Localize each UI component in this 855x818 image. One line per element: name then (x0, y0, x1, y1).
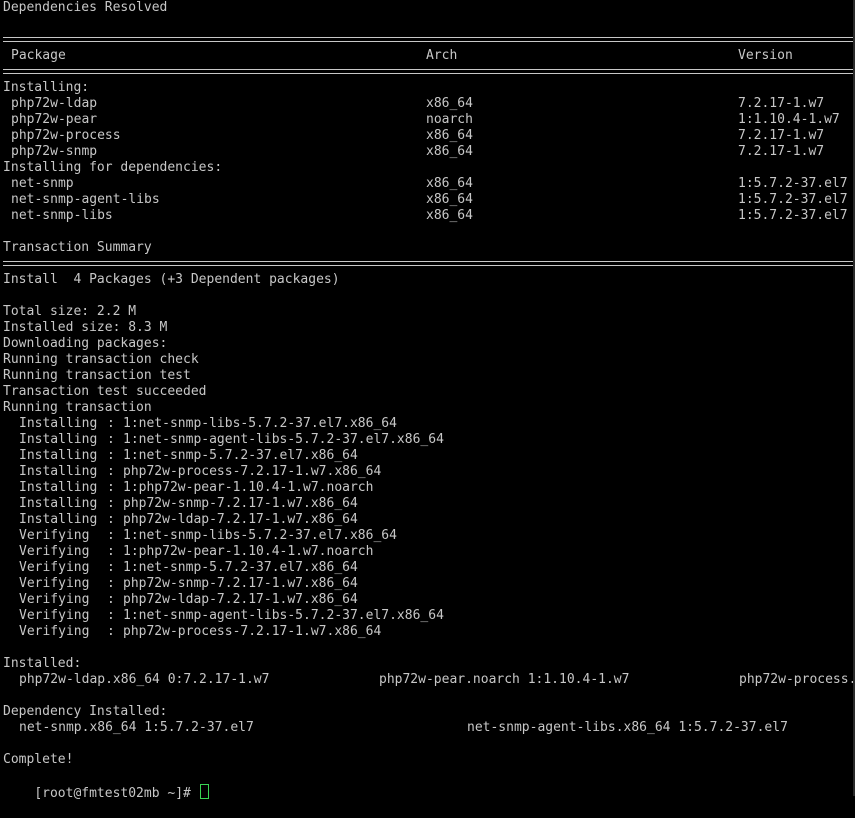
package-name: php72w-pear (11, 112, 98, 127)
step-separator: : (107, 544, 115, 559)
installed-item: php72w-pear.noarch 1:1.10.4-1.w7 (379, 672, 630, 687)
package-name: php72w-ldap (11, 96, 98, 111)
step-target: 1:net-snmp-5.7.2-37.el7.x86_64 (123, 560, 358, 575)
installed-item: php72w-ldap.x86_64 0:7.2.17-1.w7 (19, 672, 270, 687)
step-target: php72w-process-7.2.17-1.w7.x86_64 (123, 624, 382, 639)
package-version: 1:5.7.2-37.el7 (738, 192, 848, 207)
step-separator: : (107, 464, 115, 479)
step-target: 1:php72w-pear-1.10.4-1.w7.noarch (123, 544, 374, 559)
log-line: Running transaction check (3, 352, 199, 367)
step-separator: : (107, 592, 115, 607)
step-action: Verifying (19, 592, 98, 607)
installed-label: Installed: (3, 656, 82, 671)
package-arch: noarch (426, 112, 473, 127)
step-action: Verifying (19, 576, 98, 591)
complete-line: Complete! (3, 752, 74, 767)
column-header-package: Package (11, 48, 66, 63)
step-action: Installing (19, 512, 98, 527)
step-separator: : (107, 448, 115, 463)
installing-label: Installing: (3, 80, 90, 95)
step-target: 1:net-snmp-5.7.2-37.el7.x86_64 (123, 448, 358, 463)
step-target: php72w-process-7.2.17-1.w7.x86_64 (123, 464, 382, 479)
step-action: Installing (19, 416, 98, 431)
package-arch: x86_64 (426, 128, 473, 143)
step-target: php72w-ldap-7.2.17-1.w7.x86_64 (123, 592, 358, 607)
deps-label: Installing for dependencies: (3, 160, 223, 175)
step-action: Verifying (19, 624, 98, 639)
package-name: net-snmp-agent-libs (11, 192, 160, 207)
log-line: Total size: 2.2 M (3, 304, 137, 319)
package-version: 1:5.7.2-37.el7 (738, 208, 848, 223)
step-separator: : (107, 624, 115, 639)
installed-row: php72w-ldap.x86_64 0:7.2.17-1.w7 php72w-… (3, 672, 855, 688)
table-header-row: Package Arch Version (3, 48, 793, 64)
text-cursor[interactable] (199, 784, 209, 799)
step-target: 1:net-snmp-agent-libs-5.7.2-37.el7.x86_6… (123, 608, 444, 623)
step-action: Installing (19, 448, 98, 463)
install-summary-line: Install 4 Packages (+3 Dependent package… (3, 272, 340, 287)
log-line: Running transaction test (3, 368, 191, 383)
package-arch: x86_64 (426, 176, 473, 191)
step-action: Installing (19, 464, 98, 479)
shell-prompt: [root@fmtest02mb ~]# (34, 786, 199, 801)
step-target: php72w-ldap-7.2.17-1.w7.x86_64 (123, 512, 358, 527)
package-name: php72w-process (11, 128, 121, 143)
log-line: Running transaction (3, 400, 152, 415)
table-divider-header (3, 69, 853, 74)
step-separator: : (107, 576, 115, 591)
package-arch: x86_64 (426, 192, 473, 207)
step-separator: : (107, 512, 115, 527)
column-header-version: Version (738, 48, 793, 63)
log-line: Downloading packages: (3, 336, 168, 351)
summary-label: Transaction Summary (3, 240, 152, 255)
prompt-line[interactable]: [root@fmtest02mb ~]# (3, 768, 209, 801)
step-action: Verifying (19, 528, 98, 543)
step-separator: : (107, 432, 115, 447)
package-name: php72w-snmp (11, 144, 98, 159)
package-arch: x86_64 (426, 144, 473, 159)
table-divider-top (3, 37, 853, 42)
step-target: php72w-snmp-7.2.17-1.w7.x86_64 (123, 576, 358, 591)
terminal-window[interactable]: Dependencies Resolved Package Arch Versi… (0, 0, 855, 801)
package-name: net-snmp (11, 176, 74, 191)
step-separator: : (107, 528, 115, 543)
installed-item: php72w-process. (739, 672, 855, 687)
package-name: net-snmp-libs (11, 208, 113, 223)
log-line: Installed size: 8.3 M (3, 320, 168, 335)
package-arch: x86_64 (426, 208, 473, 223)
step-action: Installing (19, 496, 98, 511)
step-target: 1:net-snmp-libs-5.7.2-37.el7.x86_64 (123, 416, 397, 431)
dependency-installed-row: net-snmp.x86_64 1:5.7.2-37.el7 net-snmp-… (3, 720, 788, 736)
dependency-installed-label: Dependency Installed: (3, 704, 168, 719)
step-separator: : (107, 608, 115, 623)
summary-divider (3, 261, 853, 266)
dependency-installed-item: net-snmp.x86_64 1:5.7.2-37.el7 (19, 720, 254, 735)
log-line: Transaction test succeeded (3, 384, 207, 399)
step-action: Installing (19, 432, 98, 447)
step-separator: : (107, 496, 115, 511)
package-version: 7.2.17-1.w7 (738, 128, 825, 143)
package-version: 1:5.7.2-37.el7 (738, 176, 848, 191)
package-arch: x86_64 (426, 96, 473, 111)
package-version: 7.2.17-1.w7 (738, 144, 825, 159)
step-target: 1:net-snmp-libs-5.7.2-37.el7.x86_64 (123, 528, 397, 543)
step-action: Verifying (19, 560, 98, 575)
step-action: Installing (19, 480, 98, 495)
package-version: 1:1.10.4-1.w7 (738, 112, 840, 127)
step-separator: : (107, 560, 115, 575)
step-target: 1:net-snmp-agent-libs-5.7.2-37.el7.x86_6… (123, 432, 444, 447)
step-separator: : (107, 416, 115, 431)
header-line: Dependencies Resolved (3, 0, 168, 15)
package-version: 7.2.17-1.w7 (738, 96, 825, 111)
step-action: Verifying (19, 608, 98, 623)
step-target: 1:php72w-pear-1.10.4-1.w7.noarch (123, 480, 374, 495)
step-action: Verifying (19, 544, 98, 559)
step-target: php72w-snmp-7.2.17-1.w7.x86_64 (123, 496, 358, 511)
column-header-arch: Arch (426, 48, 458, 63)
dependency-installed-item: net-snmp-agent-libs.x86_64 1:5.7.2-37.el… (467, 720, 788, 735)
step-separator: : (107, 480, 115, 495)
